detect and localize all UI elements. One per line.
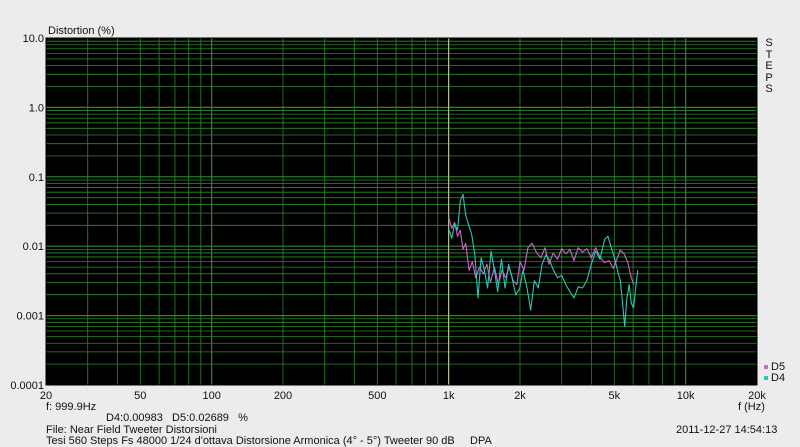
y-tick-label: 0.1 <box>29 172 44 184</box>
x-tick-label: 2k <box>514 390 526 402</box>
d4-swatch-icon <box>764 376 768 381</box>
y-tick-label: 1.0 <box>29 102 44 114</box>
side-letter: S <box>765 37 773 49</box>
d5-swatch-icon <box>764 365 768 370</box>
y-axis-title: Distortion (%) <box>48 25 115 37</box>
measurement-description: Tesi 560 Steps Fs 48000 1/24 d'ottava Di… <box>46 435 492 447</box>
x-tick-label: 50 <box>134 390 146 402</box>
y-tick-label: 10.0 <box>23 33 44 45</box>
cursor-frequency-readout: f: 999.9Hz <box>46 401 97 413</box>
x-axis-unit-label: f (Hz) <box>738 401 765 413</box>
legend-item-d4[interactable]: D4 <box>764 372 785 384</box>
x-tick-label: 500 <box>368 390 386 402</box>
y-tick-label: 0.001 <box>16 311 44 323</box>
side-letter: S <box>765 83 773 95</box>
timestamp: 2011-12-27 14:54:13 <box>676 424 778 436</box>
legend-label-d4: D4 <box>771 372 786 384</box>
side-letter: E <box>765 60 773 72</box>
x-tick-label: 1k <box>443 390 455 402</box>
steps-side-label: S T E P S <box>763 37 775 96</box>
x-tick-label: 200 <box>274 390 292 402</box>
y-tick-label: 0.0001 <box>10 380 44 392</box>
x-tick-label: 100 <box>202 390 220 402</box>
cursor-values-readout: D4:0.00983 D5:0.02689 % <box>106 412 248 424</box>
distortion-chart: 20 50 100 200 500 1k 2k 5k 10k 20k10.01.00.10.010… <box>10 33 766 402</box>
y-tick-label: 0.01 <box>23 241 44 253</box>
x-tick-label: 5k <box>608 390 620 402</box>
plot-area[interactable] <box>46 38 757 385</box>
x-tick-label: 10k <box>677 390 695 402</box>
